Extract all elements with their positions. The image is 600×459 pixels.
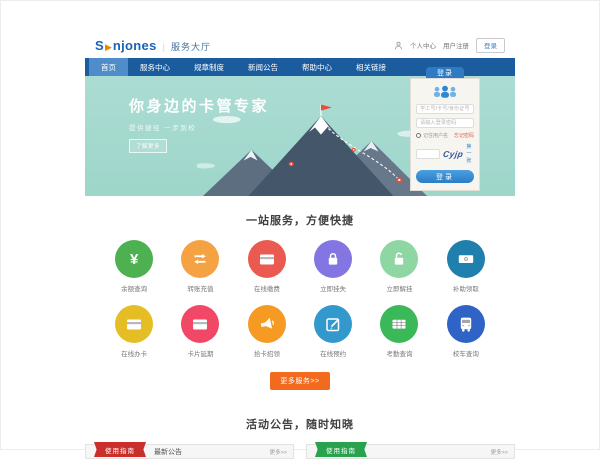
logo-divider: | xyxy=(163,42,165,52)
loss-circle xyxy=(314,240,352,278)
remember-row: 记住用户名 忘记密码 xyxy=(416,132,474,139)
card-apply-circle xyxy=(115,305,153,343)
announcement-panel-left: 使用指南 最新公告 更多>> xyxy=(85,444,294,459)
payment-circle xyxy=(248,240,286,278)
bank-card-icon xyxy=(257,249,277,269)
captcha-row: Cyjp 换一张 xyxy=(416,143,474,164)
hero-title: 你身边的卡管专家 xyxy=(129,95,269,116)
nav-item-links[interactable]: 相关链接 xyxy=(344,58,398,76)
announcement-panel-right: 使用指南 更多>> xyxy=(306,444,515,459)
site-name: 服务大厅 xyxy=(171,40,211,53)
login-form: 记住用户名 忘记密码 Cyjp 换一张 登录 xyxy=(410,78,480,191)
captcha-refresh-link[interactable]: 换一张 xyxy=(466,143,474,164)
service-online-booking[interactable]: 在线预约 xyxy=(300,305,366,358)
more-link-right[interactable]: 更多>> xyxy=(491,448,508,456)
username-input[interactable] xyxy=(416,104,474,114)
service-unsuspend[interactable]: 立即解挂 xyxy=(366,240,432,293)
lock-icon xyxy=(323,249,343,269)
subsidy-circle xyxy=(447,240,485,278)
service-online-card-apply[interactable]: 在线办卡 xyxy=(101,305,167,358)
nav-item-news[interactable]: 新闻公告 xyxy=(236,58,290,76)
transfer-circle xyxy=(181,240,219,278)
balance-circle: ¥ xyxy=(115,240,153,278)
service-transfer-recharge[interactable]: 转账充值 xyxy=(167,240,233,293)
bank-card-icon xyxy=(190,314,210,334)
captcha-input[interactable] xyxy=(416,149,440,159)
card-extension-circle xyxy=(181,305,219,343)
login-tab[interactable]: 登录 xyxy=(426,67,464,78)
edit-icon xyxy=(323,314,343,334)
hero-subtitle: 提供捷径 一步到校 xyxy=(129,122,269,132)
announcement-panels: 使用指南 最新公告 更多>> 使用指南 更多>> xyxy=(85,444,515,459)
header-login-button[interactable]: 登录 xyxy=(476,38,505,53)
register-link[interactable]: 用户注册 xyxy=(443,40,469,50)
service-online-payment[interactable]: 在线缴费 xyxy=(234,240,300,293)
hero-cta-button[interactable]: 了解更多 xyxy=(129,139,167,153)
password-input[interactable] xyxy=(416,118,474,128)
unlock-icon xyxy=(389,249,409,269)
logo-arrow-icon: ▶ xyxy=(105,42,112,53)
booking-circle xyxy=(314,305,352,343)
service-balance-inquiry[interactable]: ¥ 余额查询 xyxy=(101,240,167,293)
page-container: S ▶ njones | 服务大厅 个人中心 用户注册 登录 首页 服务中心 规… xyxy=(85,32,515,459)
logo-text-suffix: njones xyxy=(113,38,157,53)
personal-center-link[interactable]: 个人中心 xyxy=(410,40,436,50)
person-icon xyxy=(394,41,403,50)
bus-icon xyxy=(456,314,476,334)
logo-text-prefix: S xyxy=(95,38,104,53)
found-card-circle xyxy=(248,305,286,343)
megaphone-icon xyxy=(257,314,277,334)
bank-card-icon xyxy=(124,314,144,334)
more-link-left[interactable]: 更多>> xyxy=(270,448,287,456)
login-panel: 登录 记住用户名 忘记密码 Cyjp 换一张 xyxy=(410,67,480,191)
header-user-area: 个人中心 用户注册 登录 xyxy=(394,38,505,53)
forgot-password-link[interactable]: 忘记密码 xyxy=(454,132,474,139)
hero-banner: 你身边的卡管专家 提供捷径 一步到校 了解更多 登录 xyxy=(85,76,515,196)
bus-circle xyxy=(447,305,485,343)
remember-checkbox[interactable] xyxy=(416,133,421,138)
yen-icon: ¥ xyxy=(130,252,138,267)
announcements-title: 活动公告，随时知晓 xyxy=(85,416,515,432)
attendance-circle xyxy=(380,305,418,343)
nav-item-rules[interactable]: 规章制度 xyxy=(182,58,236,76)
more-services-button[interactable]: 更多服务>> xyxy=(270,372,329,390)
site-header: S ▶ njones | 服务大厅 个人中心 用户注册 登录 xyxy=(85,32,515,58)
nav-item-service-center[interactable]: 服务中心 xyxy=(128,58,182,76)
latest-news-tab[interactable]: 最新公告 xyxy=(154,447,182,457)
banknote-icon xyxy=(456,249,476,269)
service-card-extension[interactable]: 卡片延期 xyxy=(167,305,233,358)
logo[interactable]: S ▶ njones | 服务大厅 xyxy=(95,38,211,53)
captcha-image: Cyjp xyxy=(442,149,464,159)
nav-item-help-center[interactable]: 帮助中心 xyxy=(290,58,344,76)
services-section: 一站服务，方便快捷 ¥ 余额查询 转账充值 xyxy=(85,196,515,404)
services-grid: ¥ 余额查询 转账充值 xyxy=(85,240,515,358)
service-subsidy-collection[interactable]: 补助领取 xyxy=(433,240,499,293)
transfer-arrows-icon xyxy=(190,249,210,269)
users-group-icon xyxy=(431,85,459,99)
nav-item-home[interactable]: 首页 xyxy=(89,58,128,76)
service-school-bus-inquiry[interactable]: 校车查询 xyxy=(433,305,499,358)
unsuspend-circle xyxy=(380,240,418,278)
announcements-section: 活动公告，随时知晓 使用指南 最新公告 更多>> 使用指南 更多>> xyxy=(85,404,515,459)
hero-text-block: 你身边的卡管专家 提供捷径 一步到校 了解更多 xyxy=(129,95,269,153)
table-icon xyxy=(389,314,409,334)
service-found-card-claim[interactable]: 拾卡招领 xyxy=(234,305,300,358)
services-title: 一站服务，方便快捷 xyxy=(85,212,515,228)
login-submit-button[interactable]: 登录 xyxy=(416,170,474,183)
service-report-loss[interactable]: 立即挂失 xyxy=(300,240,366,293)
remember-label: 记住用户名 xyxy=(423,132,448,139)
service-attendance-inquiry[interactable]: 考勤查询 xyxy=(366,305,432,358)
